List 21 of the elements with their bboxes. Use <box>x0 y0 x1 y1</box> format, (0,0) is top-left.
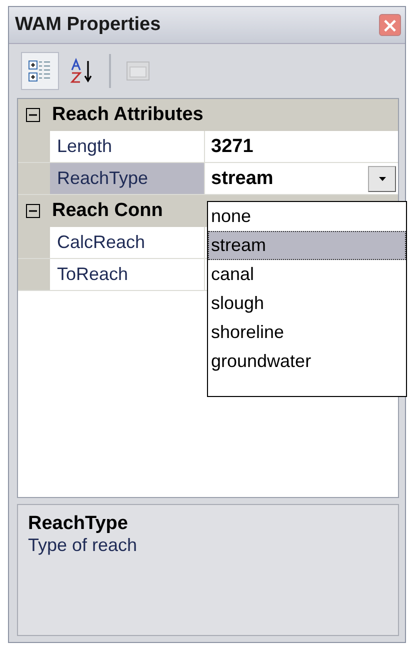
row-margin <box>18 259 50 290</box>
collapse-icon[interactable] <box>26 108 40 122</box>
collapse-icon[interactable] <box>26 204 40 218</box>
property-value: 3271 <box>211 136 254 158</box>
dropdown-option[interactable]: slough <box>208 289 406 318</box>
caret-icon <box>378 176 386 180</box>
category-label: Reach Attributes <box>52 104 204 126</box>
categorized-view-button[interactable] <box>21 52 59 90</box>
description-text: Type of reach <box>28 535 138 556</box>
categorized-list-icon <box>27 58 53 84</box>
window-title: WAM Properties <box>15 14 161 36</box>
dropdown-option[interactable]: groundwater <box>208 347 406 376</box>
dropdown-option[interactable]: none <box>208 202 406 231</box>
dropdown-option[interactable]: stream <box>208 231 406 260</box>
category-label: Reach Conn <box>52 200 163 222</box>
description-title: ReachType <box>28 513 128 535</box>
dropdown-option[interactable]: canal <box>208 260 406 289</box>
dropdown-button[interactable] <box>368 166 396 192</box>
dropdown-option[interactable]: shoreline <box>208 318 406 347</box>
property-value: stream <box>211 168 274 190</box>
property-name[interactable]: ReachType <box>50 163 205 194</box>
